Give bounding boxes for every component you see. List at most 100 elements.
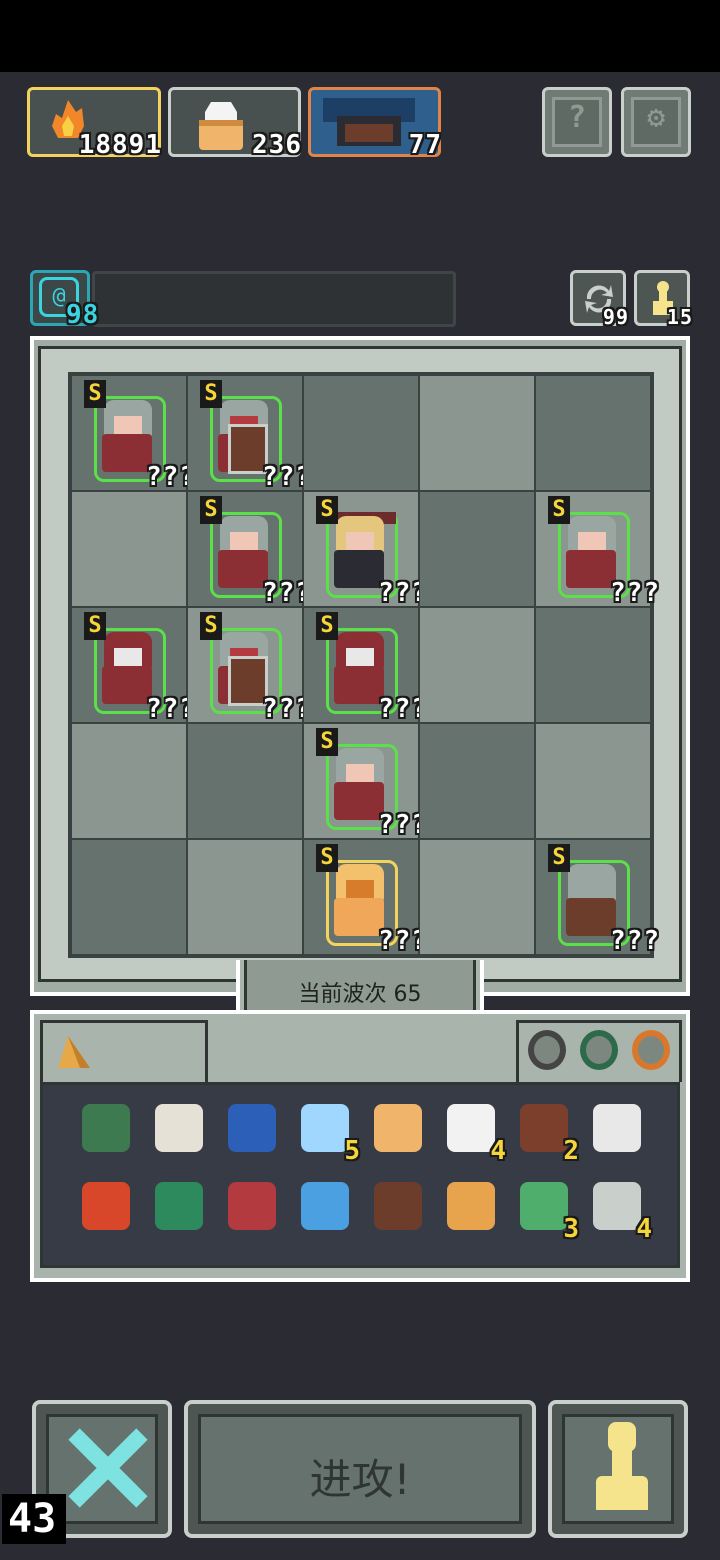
potion-flask-icon[interactable]: [149, 1176, 209, 1236]
battle-board: S??? S??? S??? S??? S??? S??? S??? S??? S??? S???…: [68, 372, 659, 958]
unit-spear[interactable]: S???: [82, 380, 195, 492]
ring-orange-icon[interactable]: [632, 1030, 670, 1070]
board-cell[interactable]: [419, 607, 535, 723]
special-count: 98: [66, 300, 100, 330]
item-count: 4: [490, 1136, 507, 1166]
fire-count: 18891: [78, 130, 162, 160]
board-cell[interactable]: [535, 723, 651, 839]
armor-icon[interactable]: [295, 1176, 355, 1236]
unit-tower[interactable]: S???: [546, 844, 659, 956]
rank-badge: S: [548, 496, 570, 524]
ring-dark-icon[interactable]: [528, 1030, 566, 1070]
pawn-button[interactable]: 15: [634, 270, 693, 329]
book-icon[interactable]: 2: [514, 1098, 579, 1166]
gem-icon[interactable]: [76, 1176, 136, 1236]
orb-icon[interactable]: 5: [295, 1098, 360, 1166]
help-button[interactable]: ?: [542, 87, 612, 157]
board-cell[interactable]: [71, 723, 187, 839]
rank-badge: S: [316, 496, 338, 524]
cheese-wedge-icon: [58, 1036, 90, 1068]
rank-badge: S: [200, 612, 222, 640]
green-potion-icon[interactable]: 3: [514, 1176, 579, 1244]
bag-icon[interactable]: [368, 1098, 428, 1158]
resource-hero[interactable]: 77: [308, 87, 442, 160]
wave-label: 当前波次 65: [298, 982, 422, 1007]
bag-count: 236: [252, 130, 302, 160]
board-cell[interactable]: [419, 375, 535, 491]
item-count: 3: [563, 1214, 580, 1244]
refresh-count: 99: [602, 305, 629, 329]
board-cell[interactable]: [419, 839, 535, 955]
unit-mage[interactable]: S???: [314, 612, 427, 724]
unit-spear[interactable]: S???: [198, 496, 311, 608]
bag-icon: [193, 98, 249, 156]
item-count: 2: [563, 1136, 580, 1166]
hero-count: 77: [408, 130, 442, 160]
board-cell[interactable]: S???: [303, 607, 427, 724]
pawn-count: 15: [666, 305, 693, 329]
rank-badge: S: [84, 380, 106, 408]
unit-knight[interactable]: S???: [314, 844, 427, 956]
rank-badge: S: [200, 496, 222, 524]
board-cell[interactable]: [303, 375, 419, 491]
board-cell[interactable]: S???: [535, 839, 659, 956]
item-count: 5: [344, 1136, 361, 1166]
board-cell[interactable]: [419, 723, 535, 839]
rank-badge: S: [316, 728, 338, 756]
mask-icon[interactable]: [222, 1098, 282, 1158]
unit-level-label: ???: [610, 926, 660, 956]
inventory-grid: [40, 1082, 680, 1268]
resource-bag[interactable]: 236: [168, 87, 302, 160]
board-cell[interactable]: [535, 607, 651, 723]
ring-green-icon[interactable]: [580, 1030, 618, 1070]
board-cell[interactable]: [187, 723, 303, 839]
status-bar: [0, 0, 720, 72]
unit-shield[interactable]: S???: [198, 612, 311, 724]
refresh-button[interactable]: 99: [570, 270, 629, 329]
board-cell[interactable]: S???: [71, 375, 195, 492]
cross-icon: [66, 1426, 146, 1506]
board-cell[interactable]: S???: [303, 491, 427, 608]
mystery-chest-icon[interactable]: [368, 1176, 428, 1236]
egg-icon[interactable]: 4: [441, 1098, 506, 1166]
fox-icon[interactable]: [441, 1176, 501, 1236]
unit-spear[interactable]: S???: [546, 496, 659, 608]
helmet-icon[interactable]: [222, 1176, 282, 1236]
rank-badge: S: [200, 380, 222, 408]
key-icon[interactable]: [587, 1098, 647, 1158]
scroll-icon[interactable]: [149, 1098, 209, 1158]
attack-button[interactable]: 进攻!: [184, 1400, 536, 1538]
rank-badge: S: [316, 612, 338, 640]
unit-shield[interactable]: S???: [198, 380, 311, 492]
board-cell[interactable]: S???: [187, 375, 311, 492]
board-cell[interactable]: S???: [187, 491, 311, 608]
board-cell[interactable]: [187, 839, 303, 955]
gear-icon: ⚙: [646, 100, 666, 135]
unit-mage[interactable]: S???: [82, 612, 195, 724]
unit-level-label: ???: [610, 578, 660, 608]
settings-button[interactable]: ⚙: [621, 87, 691, 157]
rank-badge: S: [84, 612, 106, 640]
rank-badge: S: [548, 844, 570, 872]
item-count: 4: [636, 1214, 653, 1244]
board-cell[interactable]: S???: [535, 491, 659, 608]
board-cell[interactable]: S???: [187, 607, 311, 724]
board-cell[interactable]: [71, 491, 187, 607]
pawn-select-button[interactable]: [548, 1400, 688, 1538]
board-cell[interactable]: [535, 375, 651, 491]
crate-icon[interactable]: 4: [587, 1176, 652, 1244]
board-cell[interactable]: S???: [71, 607, 195, 724]
corner-count: 43: [2, 1494, 66, 1544]
rank-badge: S: [316, 844, 338, 872]
unit-archer[interactable]: S???: [314, 496, 427, 608]
board-cell[interactable]: S???: [303, 723, 427, 840]
board-cell[interactable]: [71, 839, 187, 955]
special-progress-bar: [92, 271, 456, 327]
unit-spear[interactable]: S???: [314, 728, 427, 840]
board-cell[interactable]: S???: [303, 839, 427, 956]
turtle-shell-icon[interactable]: [76, 1098, 136, 1158]
board-cell[interactable]: [419, 491, 535, 607]
attack-label: 进攻!: [309, 1455, 411, 1504]
question-icon: ?: [567, 100, 587, 135]
resource-fire[interactable]: 18891: [27, 87, 162, 160]
